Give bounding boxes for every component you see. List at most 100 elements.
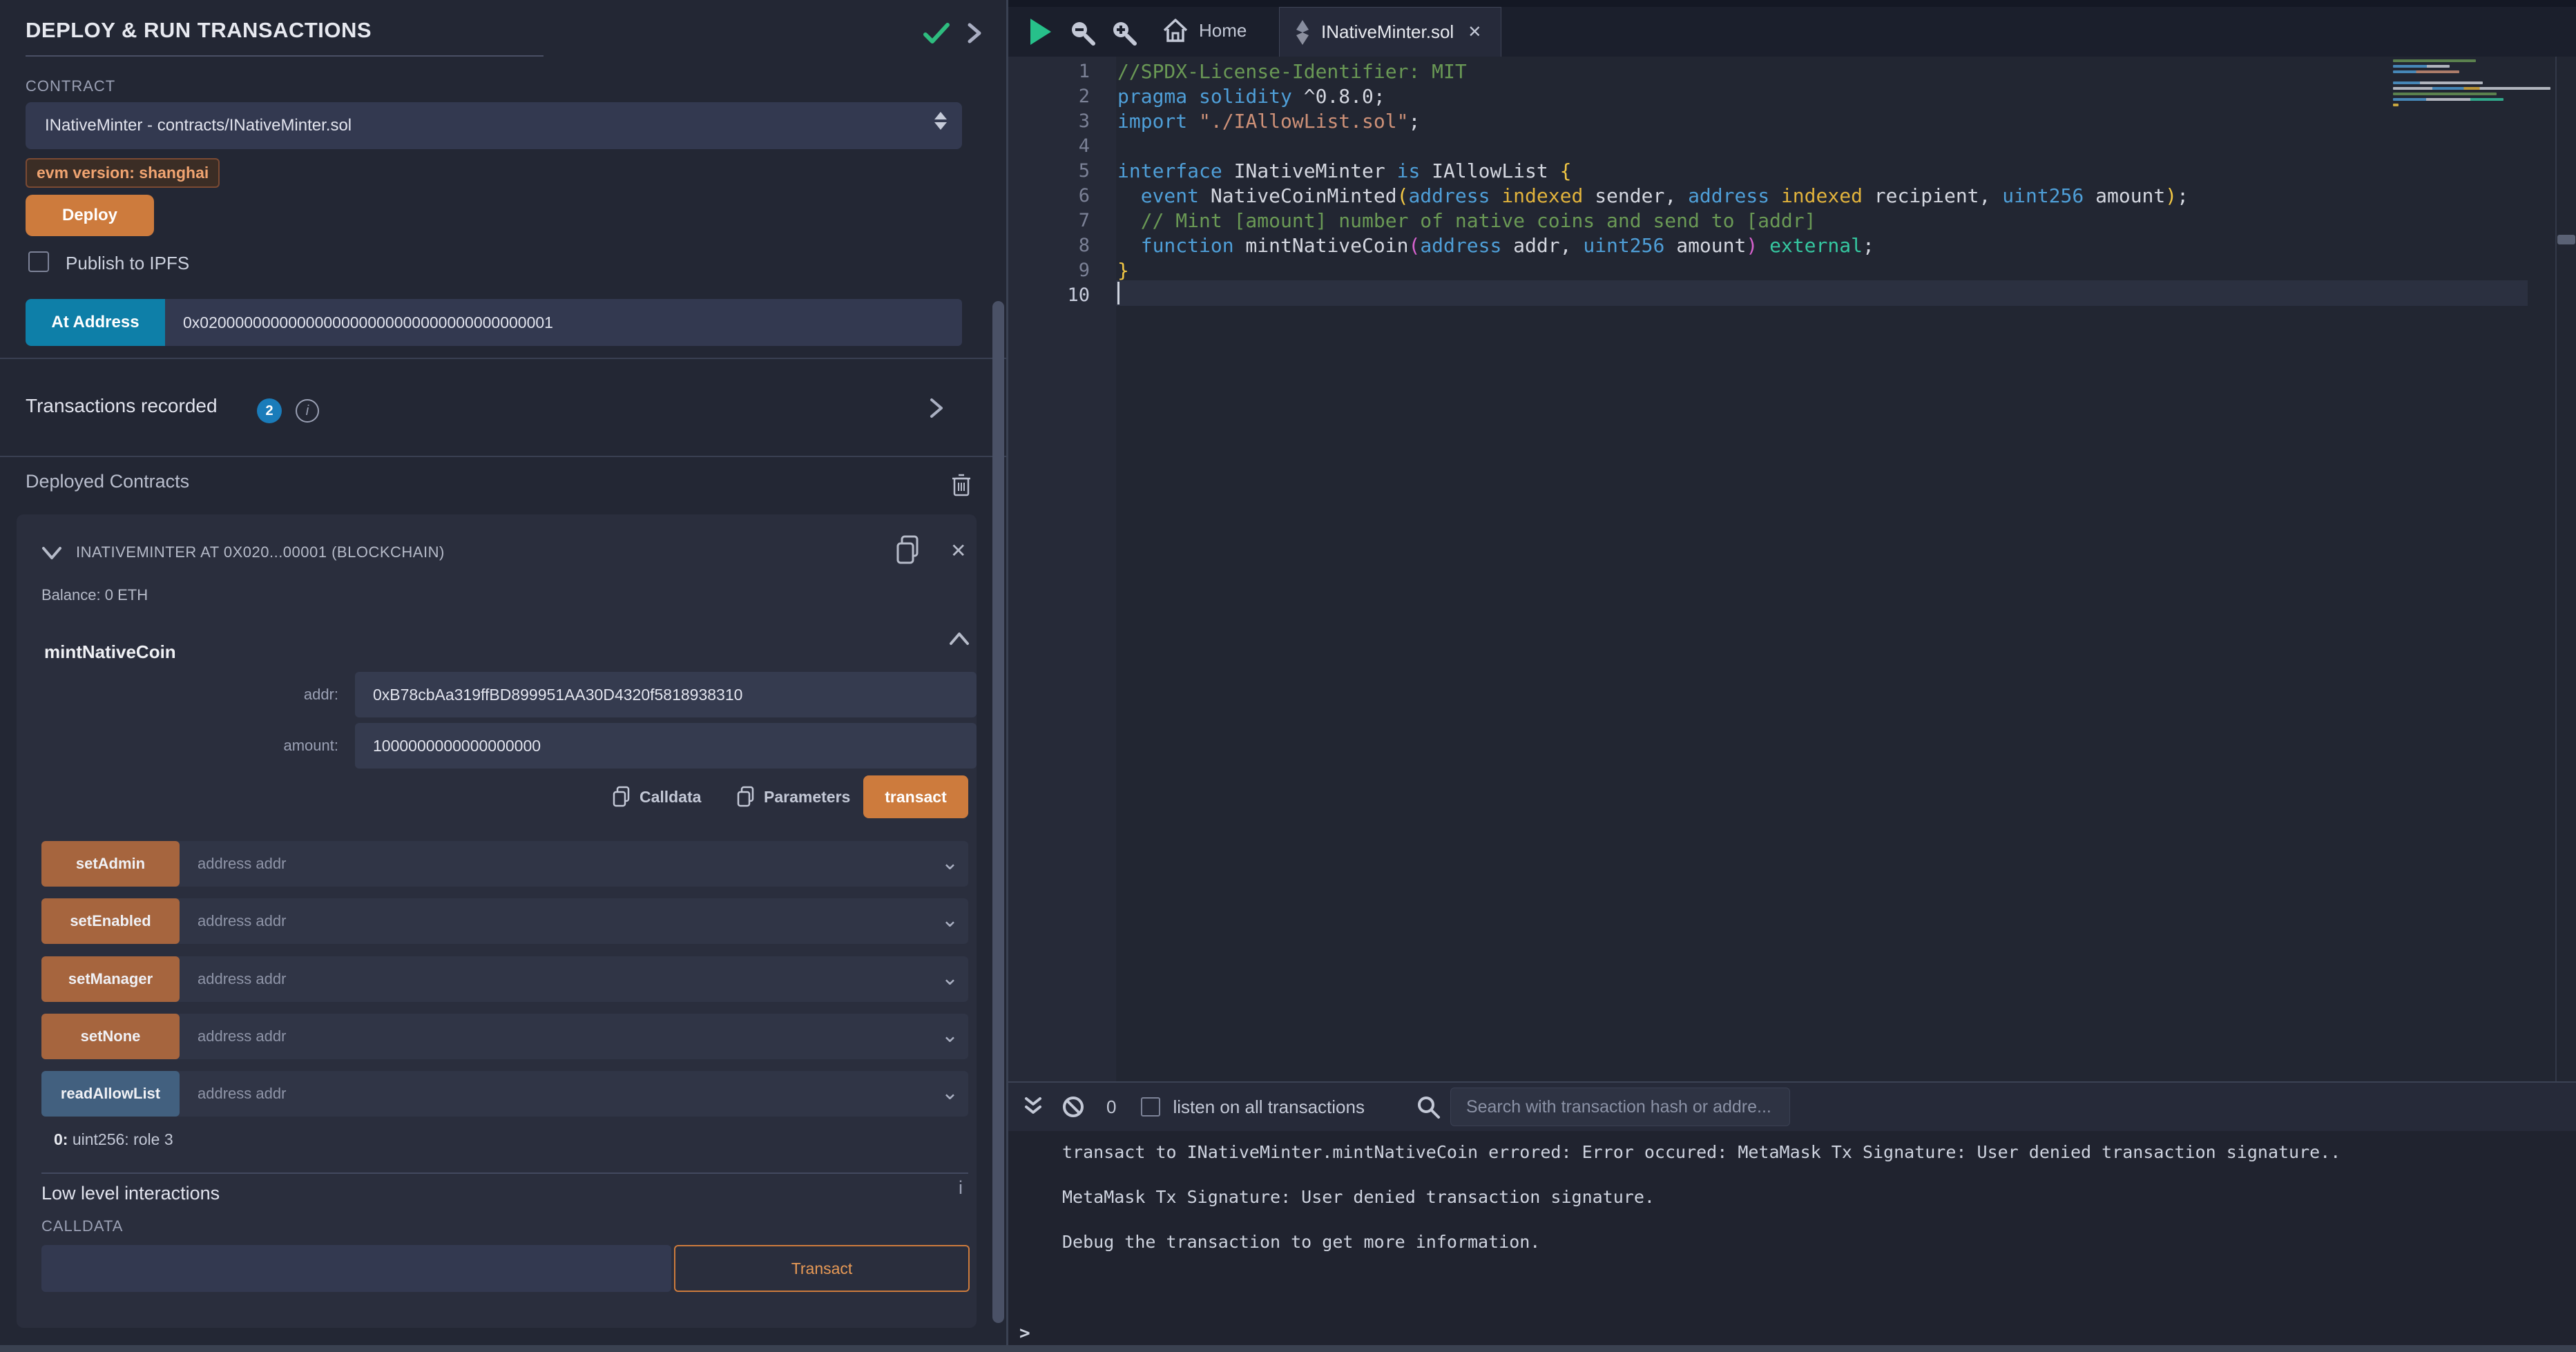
calldata-label: CALLDATA (41, 1217, 123, 1235)
at-address-button[interactable]: At Address (26, 299, 165, 346)
terminal-toolbar: 0 listen on all transactions (1008, 1083, 2576, 1131)
contract-select[interactable]: INativeMinter - contracts/INativeMinter.… (26, 102, 962, 149)
addr-input[interactable] (355, 672, 977, 717)
terminal-collapse-icon[interactable] (1021, 1093, 1046, 1121)
code-content[interactable]: 1//SPDX-License-Identifier: MIT2pragma s… (1008, 57, 2576, 1081)
readallowlist-button[interactable]: readAllowList (41, 1071, 180, 1117)
setenabled-expand-icon[interactable]: ⌄ (941, 908, 959, 932)
check-icon (923, 21, 950, 46)
collapse-panel-icon[interactable] (965, 21, 983, 46)
setadmin-input[interactable] (180, 841, 912, 887)
zoom-in-icon[interactable] (1109, 18, 1138, 47)
copy-address-icon[interactable] (895, 534, 921, 566)
setnone-expand-icon[interactable]: ⌄ (941, 1023, 959, 1047)
code-line: // Mint [amount] number of native coins … (1117, 209, 1816, 233)
line-number: 8 (1008, 233, 1090, 258)
output-index: 0: (54, 1130, 68, 1148)
function-row-setenabled: setEnabled ⌄ (41, 898, 968, 944)
line-number: 5 (1008, 159, 1090, 184)
clear-console-icon[interactable] (1059, 1093, 1087, 1121)
deploy-run-panel: DEPLOY & RUN TRANSACTIONS CONTRACT INati… (0, 0, 1006, 1352)
divider (41, 1172, 968, 1174)
line-number: 9 (1008, 258, 1090, 283)
setnone-button[interactable]: setNone (41, 1014, 180, 1059)
editor-minimap[interactable] (2393, 59, 2555, 142)
trash-icon[interactable] (951, 472, 972, 497)
low-level-calldata-input[interactable] (41, 1245, 671, 1292)
remix-ide-window: DEPLOY & RUN TRANSACTIONS CONTRACT INati… (0, 0, 2576, 1352)
function-row-setmanager: setManager ⌄ (41, 956, 968, 1002)
code-line: import "./IAllowList.sol"; (1117, 109, 1420, 134)
low-level-transact-button[interactable]: Transact (674, 1245, 970, 1292)
scrollbar-track (2555, 57, 2557, 1081)
calldata-copy-button[interactable]: Calldata (612, 785, 701, 809)
code-line: event NativeCoinMinted(address indexed s… (1117, 184, 2189, 209)
calldata-copy-label: Calldata (640, 788, 701, 807)
tab-inativeminter[interactable]: INativeMinter.sol ✕ (1279, 7, 1501, 57)
function-output: 0: uint256: role 3 (54, 1130, 173, 1149)
code-line: interface INativeMinter is IAllowList { (1117, 159, 1571, 184)
editor-tab-bar: Home INativeMinter.sol ✕ (1008, 7, 2576, 57)
pending-tx-count: 0 (1106, 1097, 1116, 1118)
code-line: //SPDX-License-Identifier: MIT (1117, 59, 1467, 84)
publish-ipfs-checkbox[interactable] (28, 251, 49, 272)
setmanager-expand-icon[interactable]: ⌄ (941, 966, 959, 990)
publish-ipfs-label: Publish to IPFS (66, 253, 189, 274)
amount-label: amount: (224, 737, 338, 755)
zoom-out-icon[interactable] (1068, 18, 1097, 47)
setadmin-button[interactable]: setAdmin (41, 841, 180, 887)
terminal-prompt[interactable]: > (1019, 1323, 1030, 1344)
line-number: 2 (1008, 84, 1090, 109)
instance-header[interactable]: INATIVEMINTER AT 0X020...00001 (BLOCKCHA… (76, 543, 445, 561)
run-script-icon[interactable] (1030, 19, 1051, 45)
setadmin-expand-icon[interactable]: ⌄ (941, 851, 959, 875)
editor-top-strip (1008, 0, 2576, 7)
function-row-readallowlist: readAllowList ⌄ (41, 1071, 968, 1117)
function-name[interactable]: mintNativeCoin (44, 641, 176, 663)
setmanager-input[interactable] (180, 956, 912, 1002)
transactions-expand-icon[interactable] (928, 396, 945, 420)
code-line: function mintNativeCoin(address addr, ui… (1117, 233, 1874, 258)
instance-collapse-icon[interactable] (40, 545, 64, 561)
parameters-copy-button[interactable]: Parameters (736, 785, 850, 809)
low-level-info-icon[interactable]: i (959, 1177, 963, 1199)
home-icon (1162, 17, 1189, 44)
divider (0, 358, 1006, 359)
output-value: uint256: role 3 (73, 1130, 173, 1148)
amount-input[interactable] (355, 723, 977, 769)
readallowlist-input[interactable] (180, 1071, 912, 1117)
function-collapse-icon[interactable] (948, 630, 971, 647)
terminal-search-input[interactable] (1450, 1088, 1790, 1126)
addr-label: addr: (224, 686, 338, 704)
setenabled-input[interactable] (180, 898, 912, 944)
contract-label: CONTRACT (26, 77, 115, 95)
listen-transactions-label: listen on all transactions (1173, 1097, 1364, 1118)
listen-transactions-checkbox[interactable] (1141, 1097, 1160, 1117)
deploy-button[interactable]: Deploy (26, 195, 154, 236)
tab-close-icon[interactable]: ✕ (1468, 22, 1481, 42)
setnone-input[interactable] (180, 1014, 912, 1059)
at-address-input[interactable] (165, 299, 962, 346)
tab-home-label: Home (1199, 20, 1247, 41)
panel-scrollbar[interactable] (992, 301, 1004, 1323)
terminal-panel: 0 listen on all transactions transact to… (1008, 1081, 2576, 1345)
setmanager-button[interactable]: setManager (41, 956, 180, 1002)
panel-title: DEPLOY & RUN TRANSACTIONS (26, 18, 372, 43)
transact-button[interactable]: transact (863, 775, 968, 818)
terminal-log-line: Debug the transaction to get more inform… (1062, 1232, 1540, 1252)
line-number: 10 (1008, 283, 1090, 308)
contract-select-value: INativeMinter - contracts/INativeMinter.… (45, 116, 352, 135)
code-editor-region: Home INativeMinter.sol ✕ 1//SPDX-License… (1008, 0, 2576, 1081)
readallowlist-expand-icon[interactable]: ⌄ (941, 1081, 959, 1105)
parameters-copy-label: Parameters (764, 788, 850, 807)
bottom-scrollbar[interactable] (0, 1345, 2576, 1352)
code-line: pragma solidity ^0.8.0; (1117, 84, 1385, 109)
editor-scrollbar-handle[interactable] (2557, 235, 2575, 244)
transactions-info-icon[interactable]: i (296, 399, 319, 423)
divider (0, 456, 1006, 457)
remove-instance-icon[interactable]: ✕ (950, 539, 966, 562)
setenabled-button[interactable]: setEnabled (41, 898, 180, 944)
evm-version-badge: evm version: shanghai (26, 158, 220, 188)
function-row-setadmin: setAdmin ⌄ (41, 841, 968, 887)
tab-home[interactable]: Home (1162, 17, 1247, 44)
